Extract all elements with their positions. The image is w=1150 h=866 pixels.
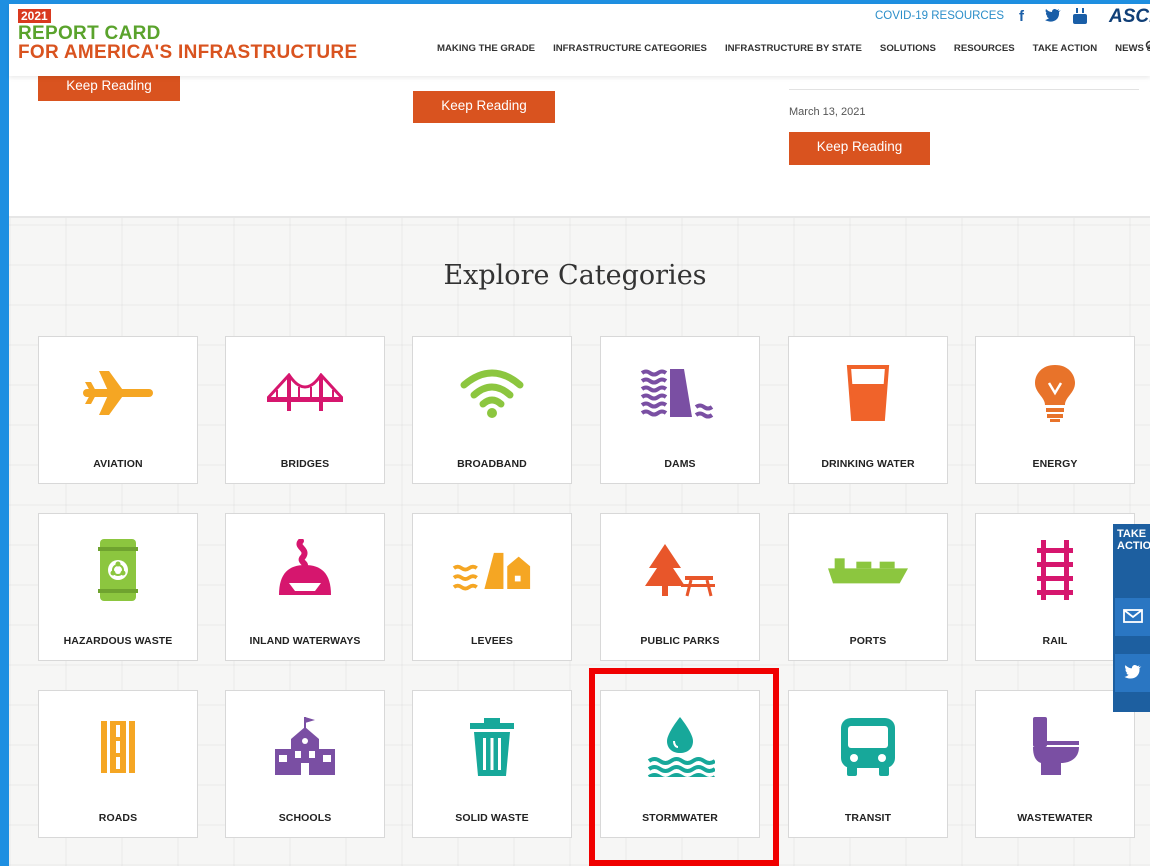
category-label: ENERGY <box>1032 458 1078 470</box>
article-divider <box>789 89 1139 90</box>
category-tile-public-parks[interactable]: PUBLIC PARKS <box>600 513 760 661</box>
lightbulb-icon <box>1015 361 1095 425</box>
facebook-icon[interactable]: f <box>1019 8 1024 25</box>
category-label: BROADBAND <box>457 458 527 470</box>
category-label: AVIATION <box>93 458 143 470</box>
take-action-label: TAKE ACTION <box>1117 528 1150 552</box>
category-label: TRANSIT <box>844 812 892 824</box>
glass-icon <box>828 361 908 425</box>
nav-resources[interactable]: RESOURCES <box>954 43 1015 54</box>
category-tile-ports[interactable]: PORTS <box>788 513 948 661</box>
search-icon[interactable] <box>1145 40 1150 55</box>
category-label: WASTEWATER <box>1017 812 1093 824</box>
barrel-biohazard-icon <box>78 538 158 602</box>
category-label: STORMWATER <box>642 812 718 824</box>
asce-logo[interactable]: ASCE <box>1109 6 1150 28</box>
bridge-icon <box>265 361 345 425</box>
article-date: March 13, 2021 <box>789 106 866 118</box>
keep-reading-button-3[interactable]: Keep Reading <box>789 132 930 165</box>
category-tile-rail[interactable]: RAIL <box>975 513 1135 661</box>
nav-take-action[interactable]: TAKE ACTION <box>1033 43 1098 54</box>
category-tile-energy[interactable]: ENERGY <box>975 336 1135 484</box>
water-drop-icon <box>640 715 720 779</box>
cargo-ship-icon <box>828 538 908 602</box>
airplane-icon <box>78 361 158 425</box>
category-tile-drinking-water[interactable]: DRINKING WATER <box>788 336 948 484</box>
twitter-icon[interactable] <box>1045 8 1061 26</box>
bus-icon <box>828 715 908 779</box>
main-nav: MAKING THE GRADE INFRASTRUCTURE CATEGORI… <box>437 43 1150 54</box>
category-label: SOLID WASTE <box>455 812 529 824</box>
category-label: SCHOOLS <box>278 812 332 824</box>
category-tile-broadband[interactable]: BROADBAND <box>412 336 572 484</box>
site-header: 2021 REPORT CARD FOR AMERICA'S INFRASTRU… <box>9 4 1150 76</box>
nav-infrastructure-categories[interactable]: INFRASTRUCTURE CATEGORIES <box>553 43 707 54</box>
levee-icon <box>452 538 532 602</box>
category-tile-hazardous-waste[interactable]: HAZARDOUS WASTE <box>38 513 198 661</box>
category-tile-aviation[interactable]: AVIATION <box>38 336 198 484</box>
category-tile-levees[interactable]: LEVEES <box>412 513 572 661</box>
road-icon <box>78 715 158 779</box>
category-tile-transit[interactable]: TRANSIT <box>788 690 948 838</box>
category-label: RAIL <box>1042 635 1068 647</box>
rail-track-icon <box>1015 538 1095 602</box>
logo-report-card[interactable]: REPORT CARD <box>18 24 161 44</box>
category-tile-inland-waterways[interactable]: INLAND WATERWAYS <box>225 513 385 661</box>
logo-subtitle[interactable]: FOR AMERICA'S INFRASTRUCTURE <box>18 42 357 64</box>
twitter-share-icon[interactable] <box>1115 654 1150 692</box>
category-label: ROADS <box>98 812 138 824</box>
category-tile-dams[interactable]: DAMS <box>600 336 760 484</box>
covid-resources-link[interactable]: COVID-19 RESOURCES <box>875 10 1004 22</box>
category-label: PORTS <box>849 635 887 647</box>
explore-categories-title: Explore Categories <box>443 260 707 291</box>
year-badge: 2021 <box>18 9 51 23</box>
category-label: BRIDGES <box>280 458 330 470</box>
category-label: LEVEES <box>470 635 514 647</box>
toilet-icon <box>1015 715 1095 779</box>
email-icon[interactable] <box>1115 598 1150 636</box>
category-label: PUBLIC PARKS <box>640 635 720 647</box>
category-tile-wastewater[interactable]: WASTEWATER <box>975 690 1135 838</box>
tree-picnic-icon <box>640 538 720 602</box>
ship-icon <box>265 538 345 602</box>
category-label: HAZARDOUS WASTE <box>63 635 173 647</box>
dam-icon <box>640 361 720 425</box>
category-label: DAMS <box>664 458 696 470</box>
category-tile-solid-waste[interactable]: SOLID WASTE <box>412 690 572 838</box>
youtube-icon[interactable] <box>1073 8 1087 28</box>
wifi-icon <box>452 361 532 425</box>
nav-infrastructure-by-state[interactable]: INFRASTRUCTURE BY STATE <box>725 43 862 54</box>
nav-making-the-grade[interactable]: MAKING THE GRADE <box>437 43 535 54</box>
category-tile-roads[interactable]: ROADS <box>38 690 198 838</box>
section-divider <box>9 216 1150 218</box>
trash-can-icon <box>452 715 532 779</box>
school-icon <box>265 715 345 779</box>
category-tile-stormwater[interactable]: STORMWATER <box>600 690 760 838</box>
category-tile-schools[interactable]: SCHOOLS <box>225 690 385 838</box>
category-label: DRINKING WATER <box>821 458 915 470</box>
category-tile-bridges[interactable]: BRIDGES <box>225 336 385 484</box>
category-label: INLAND WATERWAYS <box>249 635 361 647</box>
keep-reading-button-2[interactable]: Keep Reading <box>413 91 555 123</box>
nav-solutions[interactable]: SOLUTIONS <box>880 43 936 54</box>
